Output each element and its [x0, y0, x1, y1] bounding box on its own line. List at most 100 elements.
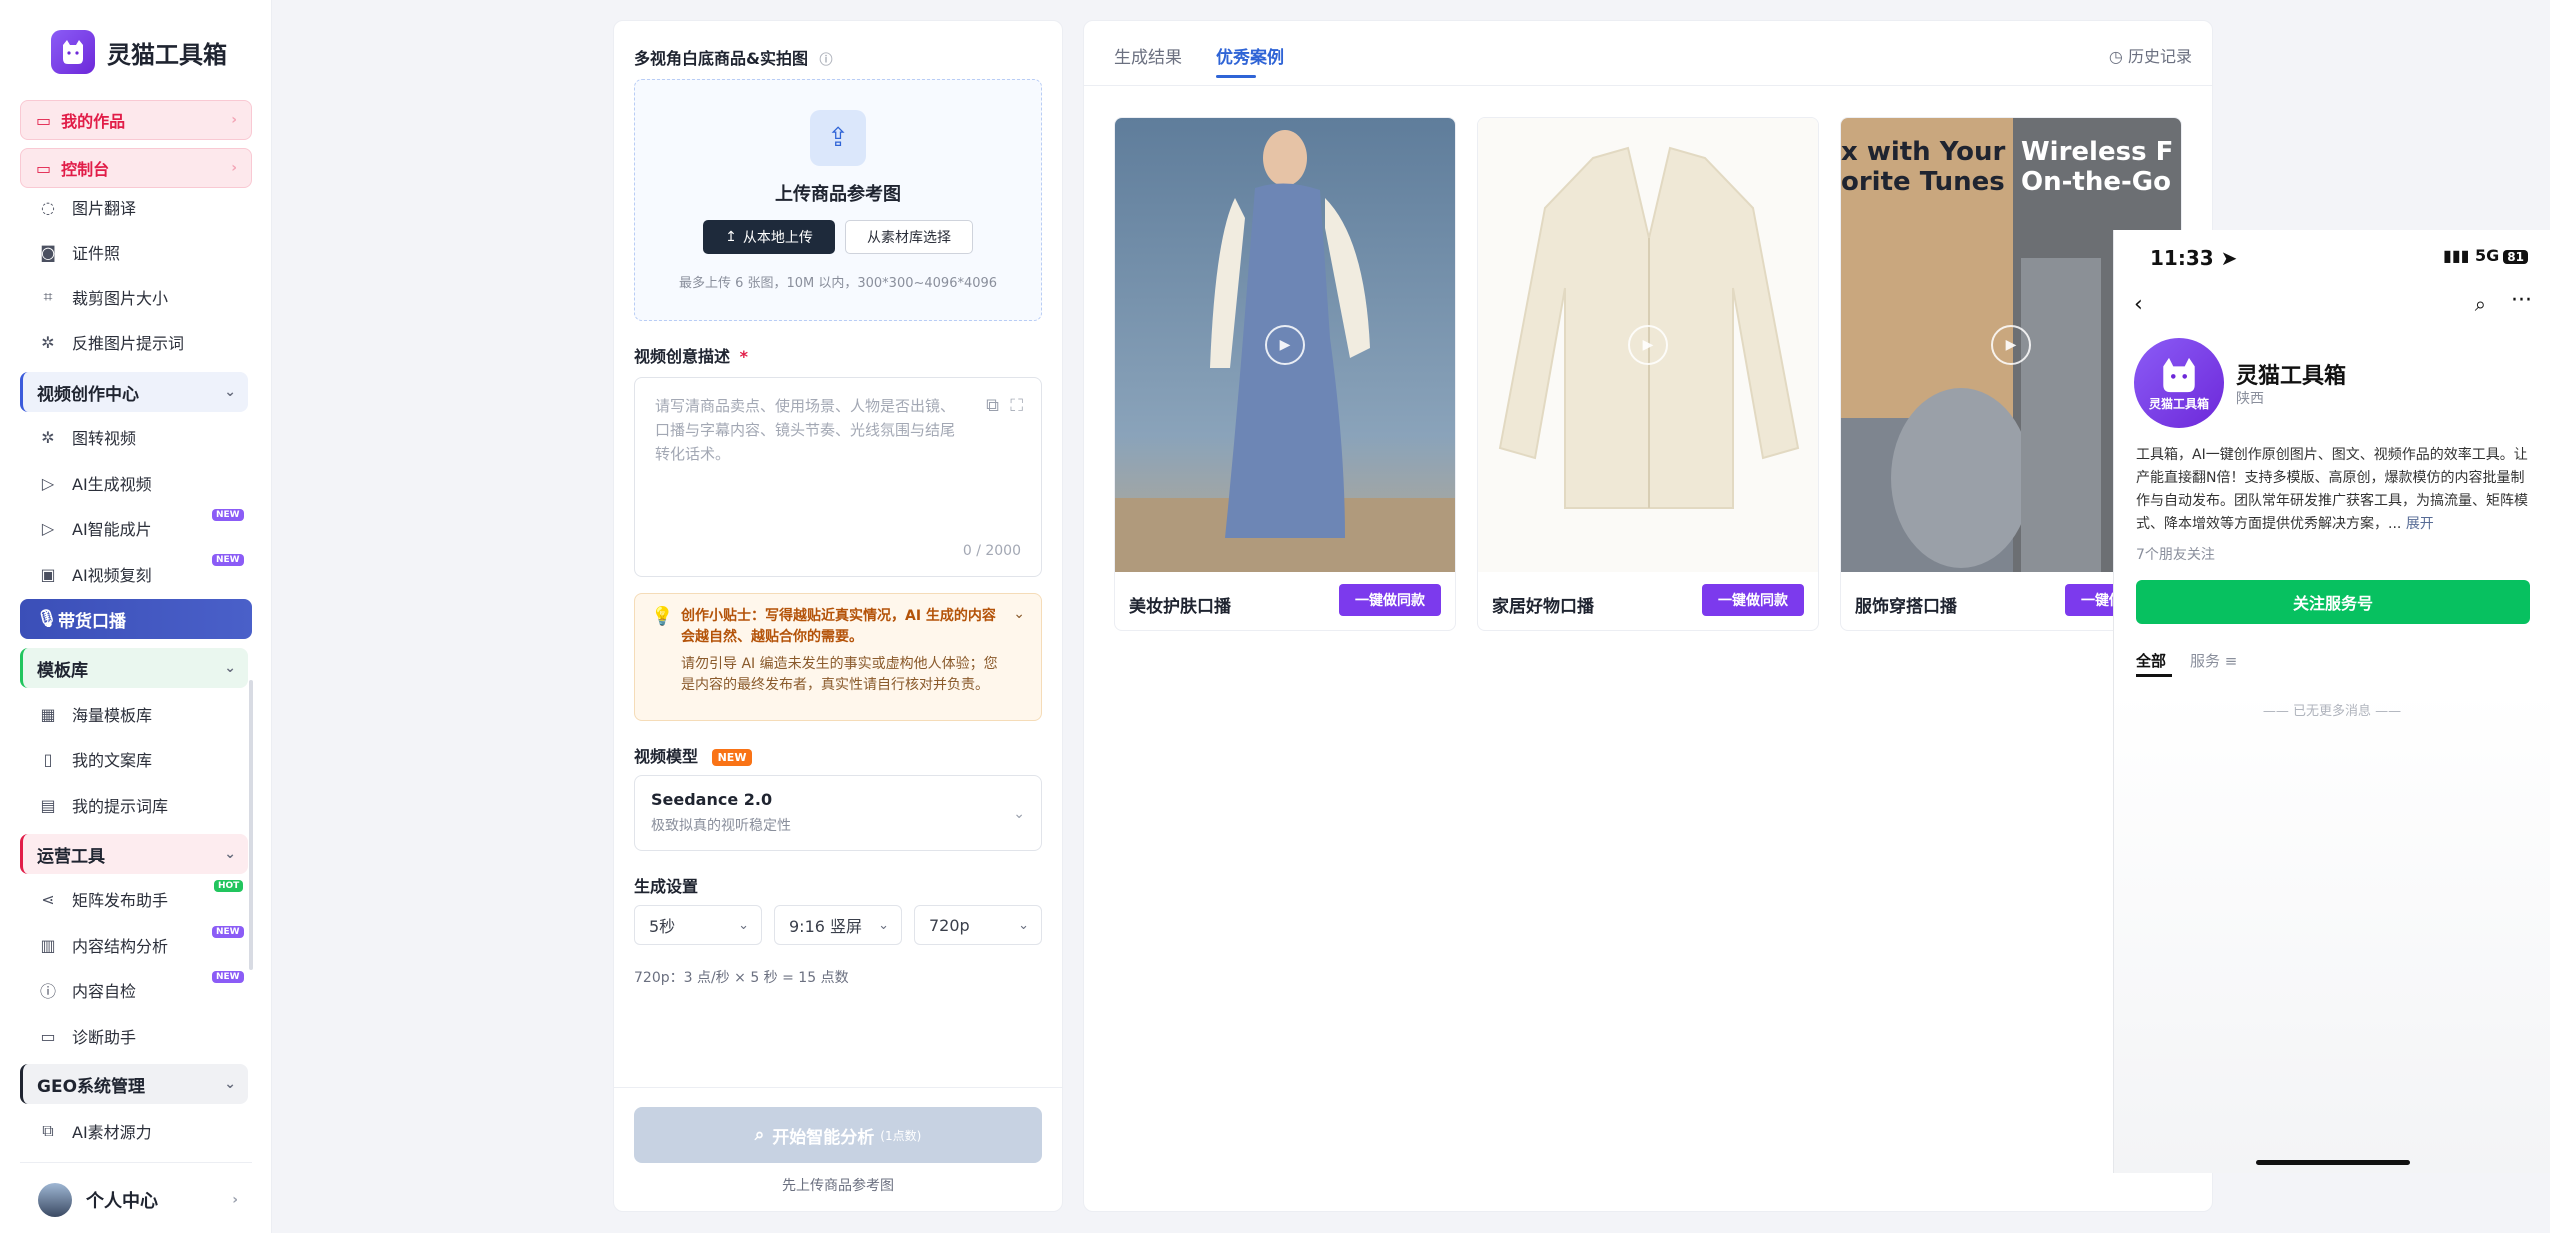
play-icon[interactable]: ▶	[1265, 325, 1305, 365]
ratio-select[interactable]: 9:16 竖屏 ⌄	[774, 905, 902, 945]
nav-label: AI视频复刻	[72, 566, 152, 585]
chevron-down-icon: ⌄	[224, 660, 236, 676]
chevron-down-icon: ⌄	[738, 917, 749, 933]
upload-hint: 最多上传 6 张图，10M 以内，300*300~4096*4096	[678, 276, 998, 291]
chevron-right-icon: ›	[231, 160, 237, 176]
upload-label-text: 多视角白底商品&实拍图	[634, 49, 808, 68]
sidebar: 灵猫工具箱 ▭ 我的作品 › ▭ 控制台 › ◌ 图片翻译 ◙ 证件照 ⌗ 裁剪图片大…	[0, 0, 272, 1233]
nav-live-selling-active[interactable]: 🎙 带货口播	[20, 599, 252, 639]
model-select[interactable]: Seedance 2.0 极致拟真的视听稳定性 ⌄	[634, 775, 1042, 851]
nav-content-check[interactable]: ⓘ 内容自检	[38, 973, 136, 1007]
nav-content-structure[interactable]: ▥ 内容结构分析	[38, 928, 168, 962]
nav-my-works[interactable]: ▭ 我的作品 ›	[20, 100, 252, 140]
nav-label: 图转视频	[72, 429, 137, 448]
camera-icon: ◙	[40, 242, 56, 262]
chevron-down-icon: ⌄	[224, 384, 236, 400]
results-panel: 生成结果 优秀案例 ◷ 历史记录 ▶ 美妆护肤口播 一键做同款 ▶ 家居好物口播…	[1083, 20, 2213, 1212]
nav-my-prompt-library[interactable]: ▤ 我的提示词库	[38, 788, 168, 822]
section-label: 视频创作中心	[37, 384, 139, 405]
nav-crop-image[interactable]: ⌗ 裁剪图片大小	[38, 280, 168, 314]
char-count: 0 / 2000	[962, 542, 1021, 559]
chevron-down-icon[interactable]: ⌄	[1013, 606, 1025, 622]
message-feed	[2114, 690, 2550, 1173]
nav-image-to-video[interactable]: ✲ 图转视频	[38, 420, 136, 454]
nav-ai-video[interactable]: ▷ AI生成视频	[38, 466, 152, 500]
upload-library-button[interactable]: 从素材库选择	[845, 220, 973, 254]
resolution-select[interactable]: 720p ⌄	[914, 905, 1042, 945]
new-badge: NEW	[212, 509, 244, 521]
expand-icon[interactable]: ⛶	[1010, 395, 1023, 416]
search-icon[interactable]: ⌕	[2475, 292, 2486, 316]
ratio-value: 9:16 竖屏	[789, 917, 863, 936]
tip-body: 请勿引导 AI 编造未发生的事实或虚构他人体验；您是内容的最终发布者，真实性请自…	[681, 656, 998, 693]
nav-my-copy-library[interactable]: ▯ 我的文案库	[38, 742, 152, 776]
signal-icon: ▮▮▮	[2443, 246, 2470, 265]
help-icon[interactable]: ⓘ	[820, 53, 833, 68]
back-icon[interactable]: ‹	[2134, 292, 2143, 317]
sidebar-scrollbar[interactable]	[249, 680, 253, 970]
copy-icon[interactable]: ⧉	[986, 395, 999, 416]
cat-logo-icon	[51, 30, 95, 74]
layers-icon: ⧉	[42, 1121, 54, 1140]
description-textarea[interactable]: 请写清商品卖点、使用场景、人物是否出镜、口播与字幕内容、镜头节奏、光线氛围与结尾…	[634, 377, 1042, 577]
upload-local-button[interactable]: ↥ 从本地上传	[703, 220, 835, 254]
avatar	[38, 1183, 72, 1217]
case-card-beauty[interactable]: ▶ 美妆护肤口播 一键做同款	[1114, 117, 1456, 631]
nav-id-photo[interactable]: ◙ 证件照	[38, 235, 120, 269]
history-link[interactable]: ◷ 历史记录	[2109, 43, 2192, 67]
make-same-button[interactable]: 一键做同款	[1702, 584, 1804, 616]
account-name: 灵猫工具箱	[2236, 364, 2347, 389]
section-template-library[interactable]: 模板库 ⌄	[20, 648, 248, 688]
nav-template-library[interactable]: ▦ 海量模板库	[38, 697, 152, 731]
nav-ai-smart-film[interactable]: ▷ AI智能成片	[38, 511, 152, 545]
chat-icon: ◌	[41, 197, 55, 217]
case-card-home[interactable]: ▶ 家居好物口播 一键做同款	[1477, 117, 1819, 631]
section-geo-system[interactable]: GEO系统管理 ⌄	[20, 1064, 248, 1104]
home-indicator[interactable]	[2256, 1160, 2410, 1165]
duration-select[interactable]: 5秒 ⌄	[634, 905, 762, 945]
cost-calculation: 720p：3 点/秒 × 5 秒 = 15 点数	[634, 970, 849, 986]
brand-logo[interactable]: 灵猫工具箱	[51, 30, 227, 74]
tip-title: 创作小贴士：写得越贴近真实情况，AI 生成的内容会越自然、越贴合你的需要。	[681, 608, 996, 645]
description-label-text: 视频创意描述	[634, 347, 731, 366]
phone-tab-service[interactable]: 服务 ≡	[2190, 650, 2237, 671]
chevron-down-icon: ⌄	[1018, 917, 1029, 933]
tab-excellent-cases[interactable]: 优秀案例	[1216, 43, 1284, 68]
follow-button[interactable]: 关注服务号	[2136, 580, 2530, 624]
overlay-text-left: x with Your orite Tunes	[1841, 137, 2006, 197]
play-icon[interactable]: ▶	[1991, 325, 2031, 365]
user-center[interactable]: 个人中心 ›	[38, 1180, 238, 1220]
upload-section-label: 多视角白底商品&实拍图 ⓘ	[634, 45, 833, 69]
microphone-icon: 🎙	[36, 609, 58, 629]
phone-tab-all[interactable]: 全部	[2136, 650, 2166, 671]
nav-ai-video-copy[interactable]: ▣ AI视频复刻	[38, 557, 152, 591]
tab-label: 服务	[2190, 652, 2221, 670]
avatar-text: 灵猫工具箱	[2148, 396, 2209, 411]
section-video-creation[interactable]: 视频创作中心 ⌄	[20, 372, 248, 412]
nav-console[interactable]: ▭ 控制台 ›	[20, 148, 252, 188]
generation-form: 多视角白底商品&实拍图 ⓘ ⇪ 上传商品参考图 ↥ 从本地上传 从素材库选择 最多…	[613, 20, 1063, 1212]
required-mark: *	[739, 347, 748, 366]
nav-image-translate[interactable]: ◌ 图片翻译	[38, 190, 136, 224]
nav-reverse-prompt[interactable]: ✲ 反推图片提示词	[38, 325, 184, 359]
chevron-down-icon: ⌄	[224, 846, 236, 862]
play-icon[interactable]: ▶	[1628, 325, 1668, 365]
nav-label: 矩阵发布助手	[72, 891, 169, 910]
duration-value: 5秒	[649, 917, 676, 936]
tab-generated-results[interactable]: 生成结果	[1114, 43, 1182, 68]
time-text: 11:33	[2150, 246, 2214, 270]
play-circle-icon: ▷	[41, 518, 55, 538]
grid-icon: ▦	[40, 704, 56, 724]
start-cost: (1点数)	[880, 1128, 922, 1143]
section-ops-tools[interactable]: 运营工具 ⌄	[20, 834, 248, 874]
expand-link[interactable]: 展开	[2406, 516, 2434, 532]
make-same-button[interactable]: 一键做同款	[1339, 584, 1441, 616]
nav-diagnosis[interactable]: ▭ 诊断助手	[38, 1019, 136, 1053]
case-title: 家居好物口播	[1492, 597, 1594, 617]
start-analysis-button[interactable]: ⌕ 开始智能分析 (1点数)	[634, 1107, 1042, 1163]
nav-label: AI智能成片	[72, 520, 152, 539]
nav-ai-material[interactable]: ⧉ AI素材源力	[38, 1114, 151, 1148]
nav-matrix-publish[interactable]: ⋖ 矩阵发布助手	[38, 882, 168, 916]
more-icon[interactable]: ···	[2511, 288, 2532, 313]
upload-dropzone[interactable]: ⇪ 上传商品参考图 ↥ 从本地上传 从素材库选择 最多上传 6 张图，10M 以内…	[634, 79, 1042, 321]
